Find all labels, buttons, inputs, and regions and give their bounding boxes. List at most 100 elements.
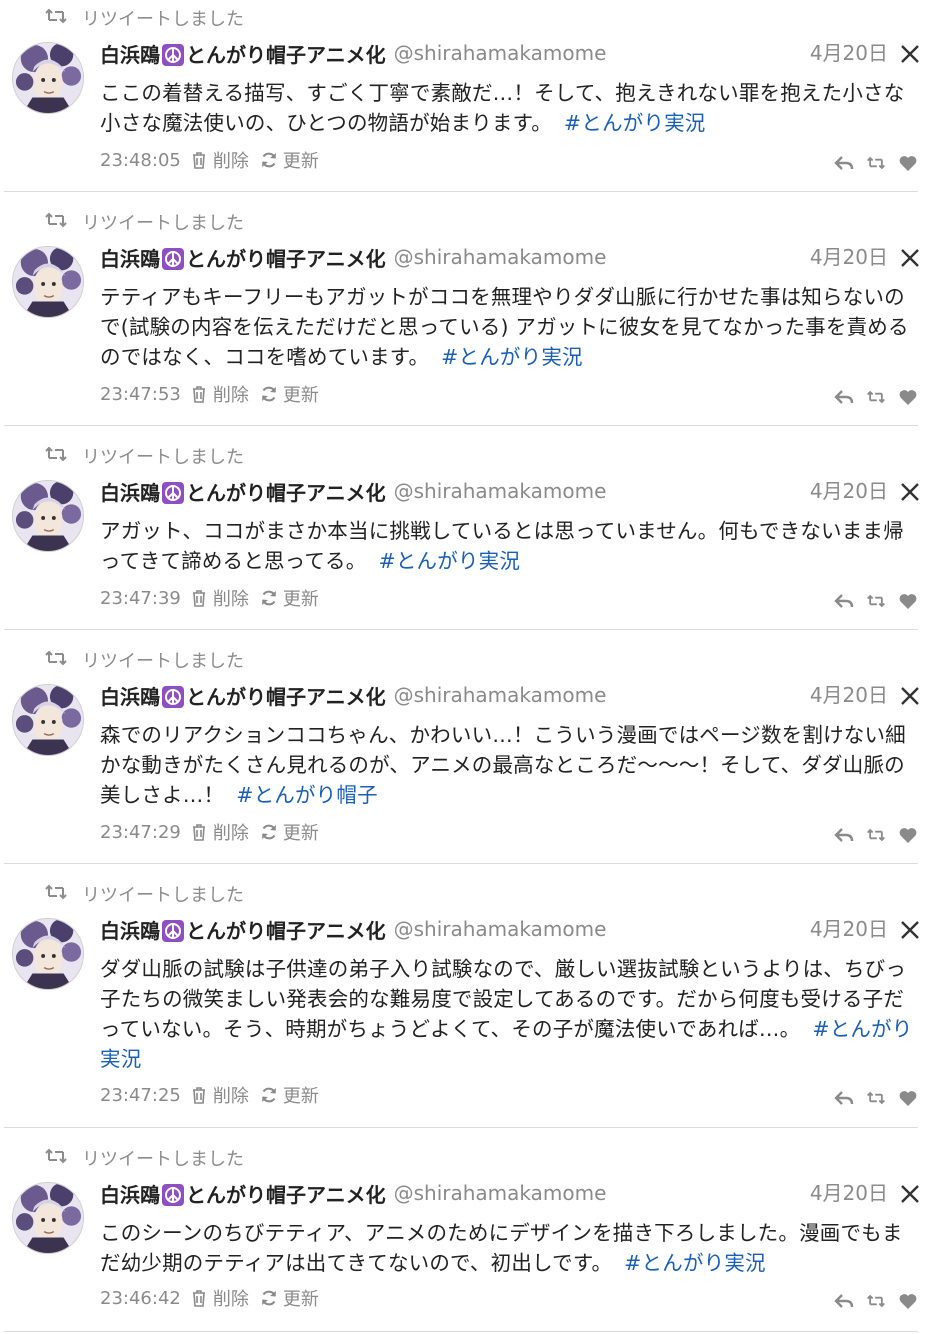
tweet-time: 23:47:53 xyxy=(100,383,181,405)
peace-symbol-icon xyxy=(162,919,184,942)
retweet-indicator: リツイートしました xyxy=(44,649,244,672)
tweet-header: 白浜鴎 とんがり帽子アニメ化 @shirahamakamome 4月20日 xyxy=(100,914,920,944)
peace-symbol-icon xyxy=(162,247,184,270)
tweet-header: 白浜鴎 とんがり帽子アニメ化 @shirahamakamome 4月20日 xyxy=(100,476,920,506)
retweet-icon[interactable] xyxy=(866,825,886,845)
peace-symbol-icon xyxy=(162,1183,184,1206)
hashtag-link[interactable]: #とんがり実況 xyxy=(441,345,583,369)
tweet-item: リツイートしました 白浜鴎 とんがり帽子アニメ化 @shirahamakamome… xyxy=(4,438,920,630)
like-icon[interactable] xyxy=(898,825,918,845)
like-icon[interactable] xyxy=(898,591,918,611)
hashtag-link[interactable]: #とんがり実況 xyxy=(564,111,706,135)
tweet-header: 白浜鴎 とんがり帽子アニメ化 @shirahamakamome 4月20日 xyxy=(100,38,920,68)
hashtag-link[interactable]: #とんがり実況 xyxy=(624,1251,766,1275)
author-name[interactable]: 白浜鴎 とんがり帽子アニメ化 xyxy=(100,39,386,68)
reply-icon[interactable] xyxy=(834,1291,854,1311)
delete-button[interactable]: 削除 xyxy=(189,381,249,407)
tweet-text: 森でのリアクションココちゃん、かわいい…！こういう漫画ではページ数を割けない細か… xyxy=(100,723,906,807)
reply-icon[interactable] xyxy=(834,591,854,611)
tweet-time: 23:47:39 xyxy=(100,587,181,609)
retweet-indicator: リツイートしました xyxy=(44,212,244,234)
refresh-button[interactable]: 更新 xyxy=(259,819,319,845)
author-handle[interactable]: @shirahamakamome xyxy=(394,41,607,65)
tweet-date[interactable]: 4月20日 xyxy=(810,1178,888,1208)
x-logo-icon[interactable] xyxy=(900,44,920,64)
refresh-button[interactable]: 更新 xyxy=(259,381,319,407)
tweet-date[interactable]: 4月20日 xyxy=(810,242,888,272)
tweet-actions xyxy=(834,152,918,174)
tweet-item: リツイートしました 白浜鴎 とんがり帽子アニメ化 @shirahamakamome… xyxy=(4,0,920,192)
trash-icon xyxy=(192,1290,205,1307)
retweet-icon[interactable] xyxy=(866,153,886,173)
reply-icon[interactable] xyxy=(834,1088,854,1108)
tweet-meta: 23:47:25 削除 更新 xyxy=(100,1082,329,1108)
author-handle[interactable]: @shirahamakamome xyxy=(394,479,607,503)
x-logo-icon[interactable] xyxy=(900,686,920,706)
x-logo-icon[interactable] xyxy=(900,482,920,502)
author-name[interactable]: 白浜鴎 とんがり帽子アニメ化 xyxy=(100,1179,386,1208)
hashtag-link[interactable]: #とんがり帽子 xyxy=(236,783,378,807)
avatar[interactable] xyxy=(12,1182,84,1254)
tweet-date[interactable]: 4月20日 xyxy=(810,914,888,944)
retweet-icon[interactable] xyxy=(866,591,886,611)
retweet-icon[interactable] xyxy=(866,387,886,407)
author-name[interactable]: 白浜鴎 とんがり帽子アニメ化 xyxy=(100,681,386,710)
refresh-button[interactable]: 更新 xyxy=(259,147,319,173)
avatar[interactable] xyxy=(12,918,84,990)
delete-button[interactable]: 削除 xyxy=(189,585,249,611)
avatar[interactable] xyxy=(12,480,84,552)
retweet-icon[interactable] xyxy=(866,1291,886,1311)
author-name[interactable]: 白浜鴎 とんがり帽子アニメ化 xyxy=(100,243,386,272)
tweet-actions xyxy=(834,1087,918,1109)
retweet-indicator: リツイートしました xyxy=(44,446,244,468)
refresh-button[interactable]: 更新 xyxy=(259,585,319,611)
refresh-button[interactable]: 更新 xyxy=(259,1285,319,1311)
delete-button[interactable]: 削除 xyxy=(189,819,249,845)
refresh-icon xyxy=(261,1290,276,1306)
avatar[interactable] xyxy=(12,42,84,114)
delete-button[interactable]: 削除 xyxy=(189,1082,249,1108)
tweet-date[interactable]: 4月20日 xyxy=(810,476,888,506)
retweet-indicator: リツイートしました xyxy=(44,8,244,30)
tweet-actions xyxy=(834,386,918,408)
tweet-item: リツイートしました 白浜鴎 とんがり帽子アニメ化 @shirahamakamome… xyxy=(4,1140,920,1332)
author-handle[interactable]: @shirahamakamome xyxy=(394,683,607,707)
hashtag-link[interactable]: #とんがり実況 xyxy=(378,549,520,573)
retweet-label: リツイートしました xyxy=(82,885,244,906)
tweet-text: ここの着替える描写、すごく丁寧で素敵だ…！そして、抱えきれない罪を抱えた小さな小… xyxy=(100,81,905,135)
tweet-date[interactable]: 4月20日 xyxy=(810,38,888,68)
x-logo-icon[interactable] xyxy=(900,920,920,940)
retweet-label: リツイートしました xyxy=(82,1149,244,1170)
refresh-icon xyxy=(261,152,276,168)
like-icon[interactable] xyxy=(898,1291,918,1311)
author-name[interactable]: 白浜鴎 とんがり帽子アニメ化 xyxy=(100,477,386,506)
avatar[interactable] xyxy=(12,246,84,318)
delete-button[interactable]: 削除 xyxy=(189,1285,249,1311)
reply-icon[interactable] xyxy=(834,825,854,845)
retweet-label: リツイートしました xyxy=(82,9,244,30)
retweet-indicator: リツイートしました xyxy=(44,1147,244,1170)
retweet-label: リツイートしました xyxy=(82,651,244,672)
reply-icon[interactable] xyxy=(834,387,854,407)
retweet-icon xyxy=(44,1147,82,1170)
reply-icon[interactable] xyxy=(834,153,854,173)
tweet-item: リツイートしました 白浜鴎 とんがり帽子アニメ化 @shirahamakamome… xyxy=(4,642,920,864)
avatar[interactable] xyxy=(12,684,84,756)
author-handle[interactable]: @shirahamakamome xyxy=(394,1181,607,1205)
author-handle[interactable]: @shirahamakamome xyxy=(394,245,607,269)
like-icon[interactable] xyxy=(898,387,918,407)
author-handle[interactable]: @shirahamakamome xyxy=(394,917,607,941)
retweet-indicator: リツイートしました xyxy=(44,884,244,906)
like-icon[interactable] xyxy=(898,153,918,173)
like-icon[interactable] xyxy=(898,1088,918,1108)
retweet-icon xyxy=(44,649,82,672)
tweet-date[interactable]: 4月20日 xyxy=(810,680,888,710)
retweet-icon[interactable] xyxy=(866,1088,886,1108)
peace-symbol-icon xyxy=(162,43,184,66)
refresh-button[interactable]: 更新 xyxy=(259,1082,319,1108)
tweet-header: 白浜鴎 とんがり帽子アニメ化 @shirahamakamome 4月20日 xyxy=(100,242,920,272)
author-name[interactable]: 白浜鴎 とんがり帽子アニメ化 xyxy=(100,915,386,944)
x-logo-icon[interactable] xyxy=(900,248,920,268)
delete-button[interactable]: 削除 xyxy=(189,147,249,173)
x-logo-icon[interactable] xyxy=(900,1184,920,1204)
